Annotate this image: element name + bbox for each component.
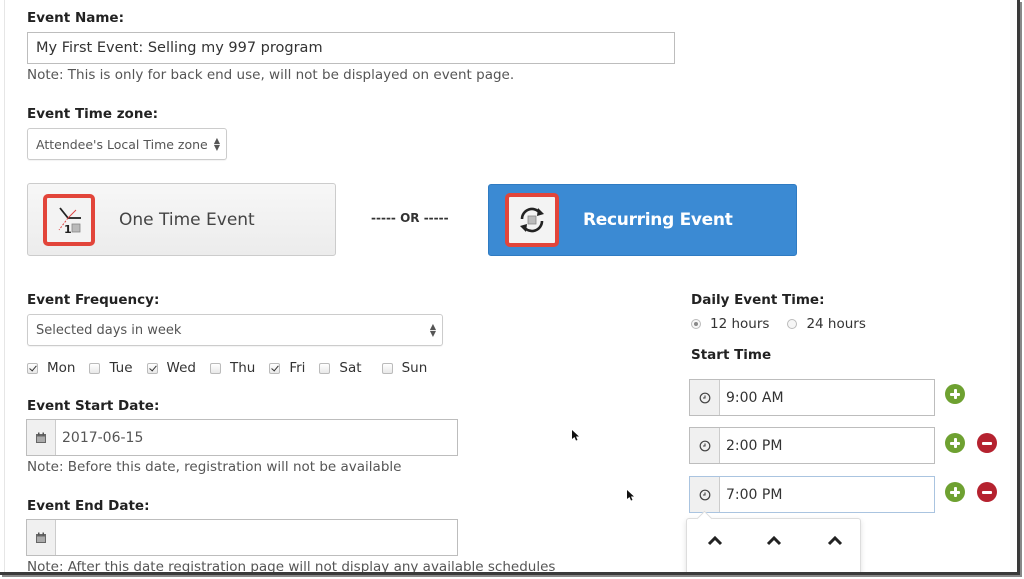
remove-time-button[interactable] <box>977 433 997 453</box>
day-label: Mon <box>47 360 76 376</box>
one-time-event-button[interactable]: 1 One Time Event <box>27 183 336 256</box>
select-arrows-icon: ▲ ▼ <box>429 322 436 338</box>
start-date-field[interactable]: 2017-06-15 <box>26 419 458 456</box>
start-date-input[interactable]: 2017-06-15 <box>56 420 143 455</box>
frequency-select[interactable]: Selected days in week ▲ ▼ <box>27 314 443 346</box>
radio-12-hours[interactable]: 12 hours <box>691 316 769 332</box>
event-name-label: Event Name: <box>27 10 124 26</box>
start-time-input[interactable]: 7:00 PM <box>720 477 782 512</box>
start-time-label: Start Time <box>691 347 772 363</box>
svg-text:1: 1 <box>64 223 72 236</box>
time-format-radios: 12 hours 24 hours <box>691 316 866 332</box>
or-separator: ----- OR ----- <box>371 211 449 225</box>
start-time-input[interactable]: 2:00 PM <box>720 428 782 463</box>
mouse-cursor-icon <box>572 430 579 441</box>
day-sun[interactable]: Sun <box>381 360 428 376</box>
day-label: Wed <box>166 360 196 376</box>
select-arrows-icon: ▲ ▼ <box>213 136 220 152</box>
recurring-event-label: Recurring Event <box>583 210 733 230</box>
event-name-note: Note: This is only for back end use, wil… <box>27 67 515 83</box>
start-date-note: Note: Before this date, registration wil… <box>27 459 402 475</box>
time-zone-label: Event Time zone: <box>27 106 158 122</box>
one-time-event-label: One Time Event <box>119 209 255 230</box>
time-zone-selected: Attendee's Local Time zone <box>36 136 208 152</box>
mouse-cursor-icon <box>627 490 634 501</box>
day-wed[interactable]: Wed <box>146 360 196 376</box>
day-label: Fri <box>289 360 306 376</box>
checkbox-sun[interactable] <box>381 362 393 374</box>
clock-icon[interactable] <box>690 428 720 463</box>
weekday-checkboxes: Mon Tue Wed Thu Fri Sat Sun <box>27 360 441 376</box>
add-time-button[interactable] <box>945 433 965 453</box>
day-tue[interactable]: Tue <box>89 360 133 376</box>
day-thu[interactable]: Thu <box>209 360 256 376</box>
recurring-event-button[interactable]: Recurring Event <box>488 184 797 256</box>
event-name-input[interactable]: My First Event: Selling my 997 program <box>27 32 675 64</box>
calendar-icon[interactable] <box>27 420 56 455</box>
time-picker-popup <box>686 518 861 572</box>
time-zone-select[interactable]: Attendee's Local Time zone ▲ ▼ <box>27 128 227 160</box>
remove-time-button[interactable] <box>977 482 997 502</box>
checkbox-sat[interactable] <box>319 362 331 374</box>
radio-label: 12 hours <box>710 316 770 332</box>
start-time-field-1[interactable]: 9:00 AM <box>689 379 935 416</box>
radio-button[interactable] <box>691 319 701 329</box>
end-date-input[interactable] <box>56 520 62 555</box>
end-date-note: Note: After this date registration page … <box>27 559 556 575</box>
chevron-up-icon[interactable] <box>826 534 844 546</box>
start-time-input[interactable]: 9:00 AM <box>720 380 784 415</box>
start-time-field-2[interactable]: 2:00 PM <box>689 427 935 464</box>
checkbox-tue[interactable] <box>89 362 101 374</box>
checkbox-fri[interactable] <box>269 362 281 374</box>
day-label: Thu <box>229 360 256 376</box>
radio-24-hours[interactable]: 24 hours <box>787 316 866 332</box>
day-sat[interactable]: Sat <box>319 360 362 376</box>
day-label: Sat <box>339 360 362 376</box>
calendar-icon[interactable] <box>27 520 56 555</box>
clock-icon[interactable] <box>690 380 720 415</box>
checkbox-thu[interactable] <box>209 362 221 374</box>
frequency-selected: Selected days in week <box>36 322 182 338</box>
left-border <box>4 0 5 572</box>
chevron-up-icon[interactable] <box>765 534 783 546</box>
checkbox-mon[interactable] <box>27 362 38 374</box>
day-fri[interactable]: Fri <box>269 360 305 376</box>
one-time-event-icon: 1 <box>43 193 95 246</box>
recurring-event-icon <box>505 193 559 247</box>
end-date-field[interactable] <box>26 519 458 556</box>
start-date-label: Event Start Date: <box>27 398 160 414</box>
day-label: Sun <box>401 360 428 376</box>
radio-button[interactable] <box>787 319 798 329</box>
day-label: Tue <box>109 360 133 376</box>
add-time-button[interactable] <box>945 482 965 502</box>
add-time-button[interactable] <box>945 384 965 404</box>
radio-label: 24 hours <box>806 316 866 332</box>
event-form-page: Event Name: My First Event: Selling my 9… <box>0 0 1020 575</box>
day-mon[interactable]: Mon <box>27 360 75 376</box>
checkbox-wed[interactable] <box>146 362 158 374</box>
start-time-field-3[interactable]: 7:00 PM <box>689 476 935 513</box>
daily-time-label: Daily Event Time: <box>691 292 825 308</box>
frequency-label: Event Frequency: <box>27 292 160 308</box>
clock-icon[interactable] <box>690 477 720 512</box>
chevron-up-icon[interactable] <box>706 534 724 546</box>
end-date-label: Event End Date: <box>27 498 150 514</box>
